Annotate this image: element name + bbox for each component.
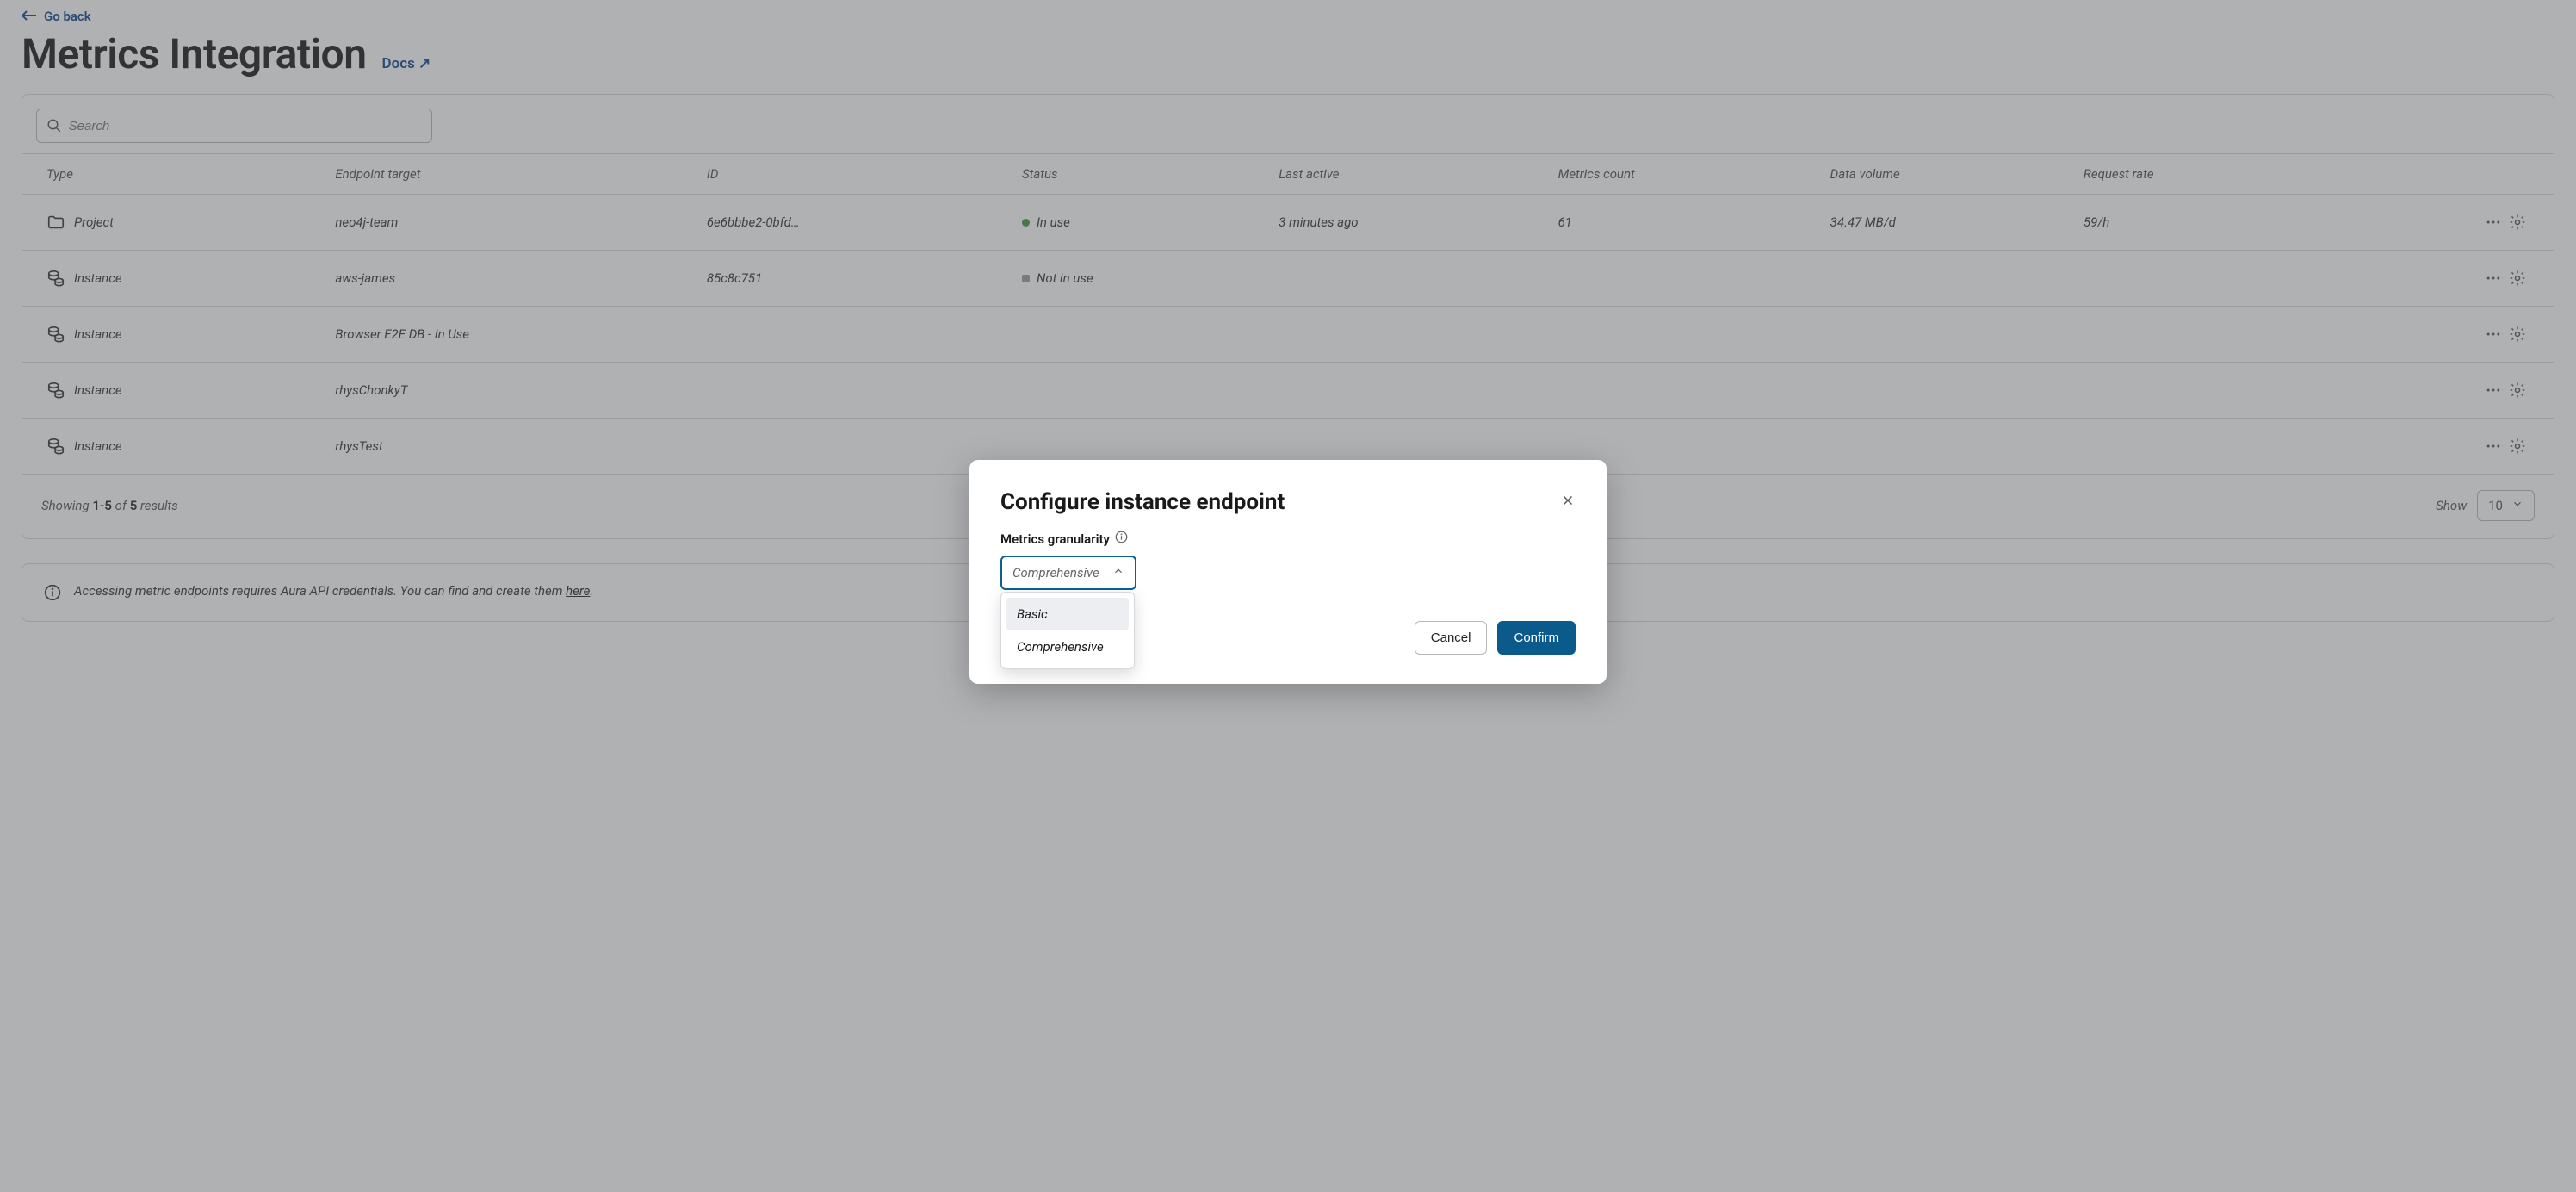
close-icon[interactable] xyxy=(1560,493,1576,512)
configure-endpoint-dialog: Configure instance endpoint Metrics gran… xyxy=(969,460,1607,684)
cancel-button[interactable]: Cancel xyxy=(1415,621,1488,655)
field-label: Metrics granularity xyxy=(1000,531,1110,547)
granularity-dropdown: Basic Comprehensive xyxy=(1000,592,1135,669)
option-comprehensive[interactable]: Comprehensive xyxy=(1006,630,1129,663)
chevron-up-icon xyxy=(1112,565,1124,580)
option-basic[interactable]: Basic xyxy=(1006,598,1129,630)
confirm-button[interactable]: Confirm xyxy=(1497,621,1576,655)
dialog-title: Configure instance endpoint xyxy=(1000,489,1285,515)
granularity-select[interactable]: Comprehensive xyxy=(1000,556,1136,590)
info-icon[interactable] xyxy=(1115,531,1128,547)
